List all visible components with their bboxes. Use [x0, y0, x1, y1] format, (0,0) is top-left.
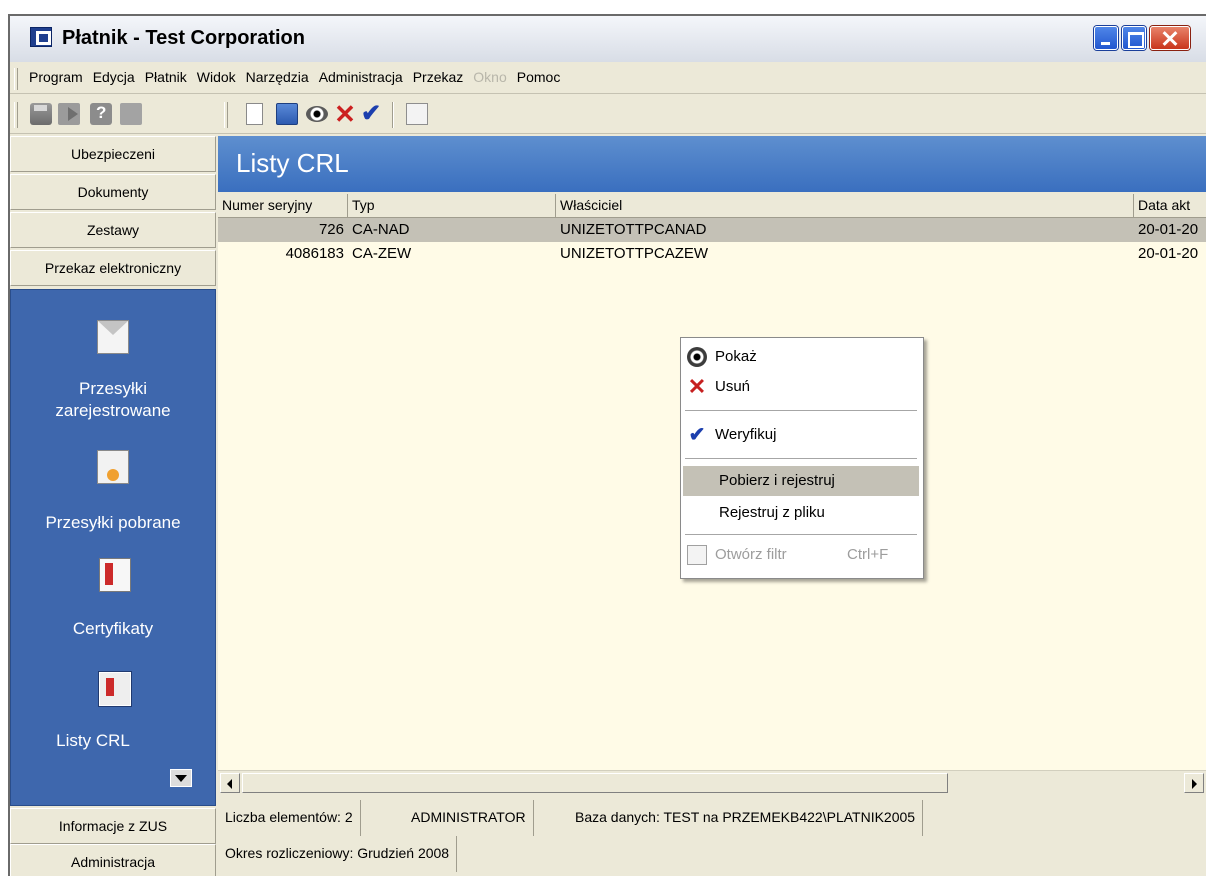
- delete-x-icon[interactable]: ✕: [334, 101, 356, 127]
- context-item-label: Otwórz filtr: [715, 546, 787, 563]
- context-item-label: Pokaż: [715, 348, 757, 365]
- sidebar-tab-dokumenty[interactable]: Dokumenty: [10, 174, 216, 210]
- menu-bar: Program Edycja Płatnik Widok Narzędzia A…: [10, 64, 1206, 94]
- status-user: ADMINISTRATOR: [404, 800, 534, 836]
- menu-narzedzia[interactable]: Narzędzia: [241, 69, 314, 85]
- table-row[interactable]: 726 CA-NAD UNIZETOTTPCANAD 20-01-20: [218, 218, 1206, 242]
- sidebar-item-przesylki-zarejestrowane[interactable]: Przesyłki zarejestrowane: [11, 378, 215, 422]
- cell-owner: UNIZETOTTPCAZEW: [560, 245, 709, 262]
- status-database: Baza danych: TEST na PRZEMEKB422\PLATNIK…: [568, 800, 924, 836]
- menu-items: Program Edycja Płatnik Widok Narzędzia A…: [24, 69, 565, 85]
- menu-okno: Okno: [473, 69, 507, 85]
- sidebar-tab-informacje-z-zus[interactable]: Informacje z ZUS: [10, 808, 216, 844]
- scroll-down-icon[interactable]: [170, 769, 192, 787]
- menu-platnik[interactable]: Płatnik: [140, 69, 192, 85]
- certificate-icon[interactable]: [99, 558, 131, 592]
- status-period: Okres rozliczeniowy: Grudzień 2008: [218, 836, 458, 872]
- sidebar-panel: Przesyłki zarejestrowane Przesyłki pobra…: [10, 289, 216, 806]
- sidebar-item-certyfikaty[interactable]: Certyfikaty: [11, 618, 215, 640]
- cell-type: CA-NAD: [352, 221, 410, 238]
- context-item-label: Pobierz i rejestruj: [719, 472, 835, 489]
- app-window: Płatnik - Test Corporation Program Edycj…: [8, 14, 1206, 876]
- new-document-icon: [246, 103, 263, 125]
- close-button[interactable]: [1150, 26, 1190, 50]
- context-item-otworz-filtr: Otwórz filtr Ctrl+F: [683, 540, 919, 570]
- cell-owner: UNIZETOTTPCANAD: [560, 221, 707, 238]
- delete-x-icon: ✕: [687, 374, 707, 399]
- sidebar-item-przesylki-pobrane[interactable]: Przesyłki pobrane: [11, 512, 215, 534]
- column-header-date[interactable]: Data akt: [1134, 194, 1206, 218]
- toolbar-grip-1[interactable]: [14, 102, 18, 128]
- context-item-pobierz-i-rejestruj[interactable]: Pobierz i rejestruj: [683, 466, 919, 496]
- scroll-left-icon[interactable]: [220, 773, 240, 793]
- table-row[interactable]: 4086183 CA-ZEW UNIZETOTTPCAZEW 20-01-20: [218, 242, 1206, 266]
- cell-serial: 4086183: [285, 245, 344, 262]
- crl-list-icon[interactable]: [99, 672, 131, 706]
- toolbar: ✕ ✔: [10, 96, 1206, 134]
- eye-icon: [687, 347, 707, 367]
- checkmark-icon: ✔: [688, 424, 706, 446]
- column-header-serial[interactable]: Numer seryjny: [218, 194, 348, 218]
- column-header-type[interactable]: Typ: [348, 194, 556, 218]
- outlook-sidebar: Ubezpieczeni Dokumenty Zestawy Przekaz e…: [10, 136, 216, 876]
- context-item-weryfikuj[interactable]: ✔ Weryfikuj: [683, 420, 919, 450]
- context-separator: [685, 534, 917, 535]
- page-header: Listy CRL: [218, 136, 1206, 192]
- app-logo-icon: [30, 27, 52, 47]
- print-icon[interactable]: [30, 103, 52, 125]
- context-item-label: Usuń: [715, 378, 751, 395]
- menu-edycja[interactable]: Edycja: [88, 69, 140, 85]
- context-item-usun[interactable]: ✕ Usuń: [683, 372, 919, 402]
- checkmark-icon[interactable]: ✔: [360, 102, 382, 126]
- scrollbar-thumb[interactable]: [242, 773, 948, 793]
- context-item-label: Weryfikuj: [715, 426, 777, 443]
- cell-date: 20-01-20: [1138, 221, 1199, 238]
- copy-icon[interactable]: [120, 103, 142, 125]
- menubar-grip[interactable]: [14, 68, 18, 90]
- sidebar-tab-ubezpieczeni[interactable]: Ubezpieczeni: [10, 136, 216, 172]
- envelope-download-icon[interactable]: [97, 450, 129, 484]
- sidebar-tab-zestawy[interactable]: Zestawy: [10, 212, 216, 248]
- toolbar-grip-2[interactable]: [224, 102, 228, 128]
- context-item-label: Rejestruj z pliku: [719, 504, 825, 521]
- minimize-button[interactable]: [1094, 26, 1118, 50]
- context-menu: Pokaż ✕ Usuń ✔ Weryfikuj Pobierz i rejes…: [680, 337, 924, 579]
- cell-date: 20-01-20: [1138, 245, 1199, 262]
- status-bar: Liczba elementów: 2 ADMINISTRATOR Baza d…: [218, 796, 1206, 876]
- horizontal-scrollbar[interactable]: [218, 770, 1206, 794]
- forward-icon[interactable]: [58, 103, 80, 125]
- menu-program[interactable]: Program: [24, 69, 88, 85]
- help-icon[interactable]: [90, 103, 112, 125]
- column-header-owner[interactable]: Właściciel: [556, 194, 1134, 218]
- sidebar-tab-administracja[interactable]: Administracja: [10, 844, 216, 876]
- cell-serial: 726: [318, 221, 344, 238]
- context-separator: [685, 458, 917, 459]
- context-item-pokaz[interactable]: Pokaż: [683, 342, 919, 372]
- menu-widok[interactable]: Widok: [192, 69, 241, 85]
- context-item-shortcut: Ctrl+F: [847, 546, 889, 563]
- context-separator: [685, 410, 917, 411]
- new-document-button[interactable]: [246, 103, 268, 125]
- open-folder-icon[interactable]: [276, 103, 298, 125]
- menu-przekaz[interactable]: Przekaz: [408, 69, 469, 85]
- menu-pomoc[interactable]: Pomoc: [512, 69, 566, 85]
- title-bar[interactable]: Płatnik - Test Corporation: [10, 16, 1206, 62]
- eye-icon[interactable]: [306, 106, 328, 122]
- filter-icon: [687, 545, 707, 565]
- context-item-rejestruj-z-pliku[interactable]: Rejestruj z pliku: [683, 498, 919, 528]
- cell-type: CA-ZEW: [352, 245, 412, 262]
- window-title: Płatnik - Test Corporation: [62, 27, 305, 49]
- status-item-count: Liczba elementów: 2: [218, 800, 361, 836]
- maximize-button[interactable]: [1122, 26, 1146, 50]
- sidebar-tab-przekaz-elektroniczny[interactable]: Przekaz elektroniczny: [10, 250, 216, 286]
- scroll-right-icon[interactable]: [1184, 773, 1204, 793]
- envelope-doc-icon[interactable]: [97, 320, 129, 354]
- filter-icon[interactable]: [406, 103, 428, 125]
- page-title: Listy CRL: [236, 148, 349, 178]
- sidebar-item-listy-crl[interactable]: Listy CRL: [11, 730, 215, 752]
- menu-administracja[interactable]: Administracja: [314, 69, 408, 85]
- toolbar-separator: [392, 102, 394, 128]
